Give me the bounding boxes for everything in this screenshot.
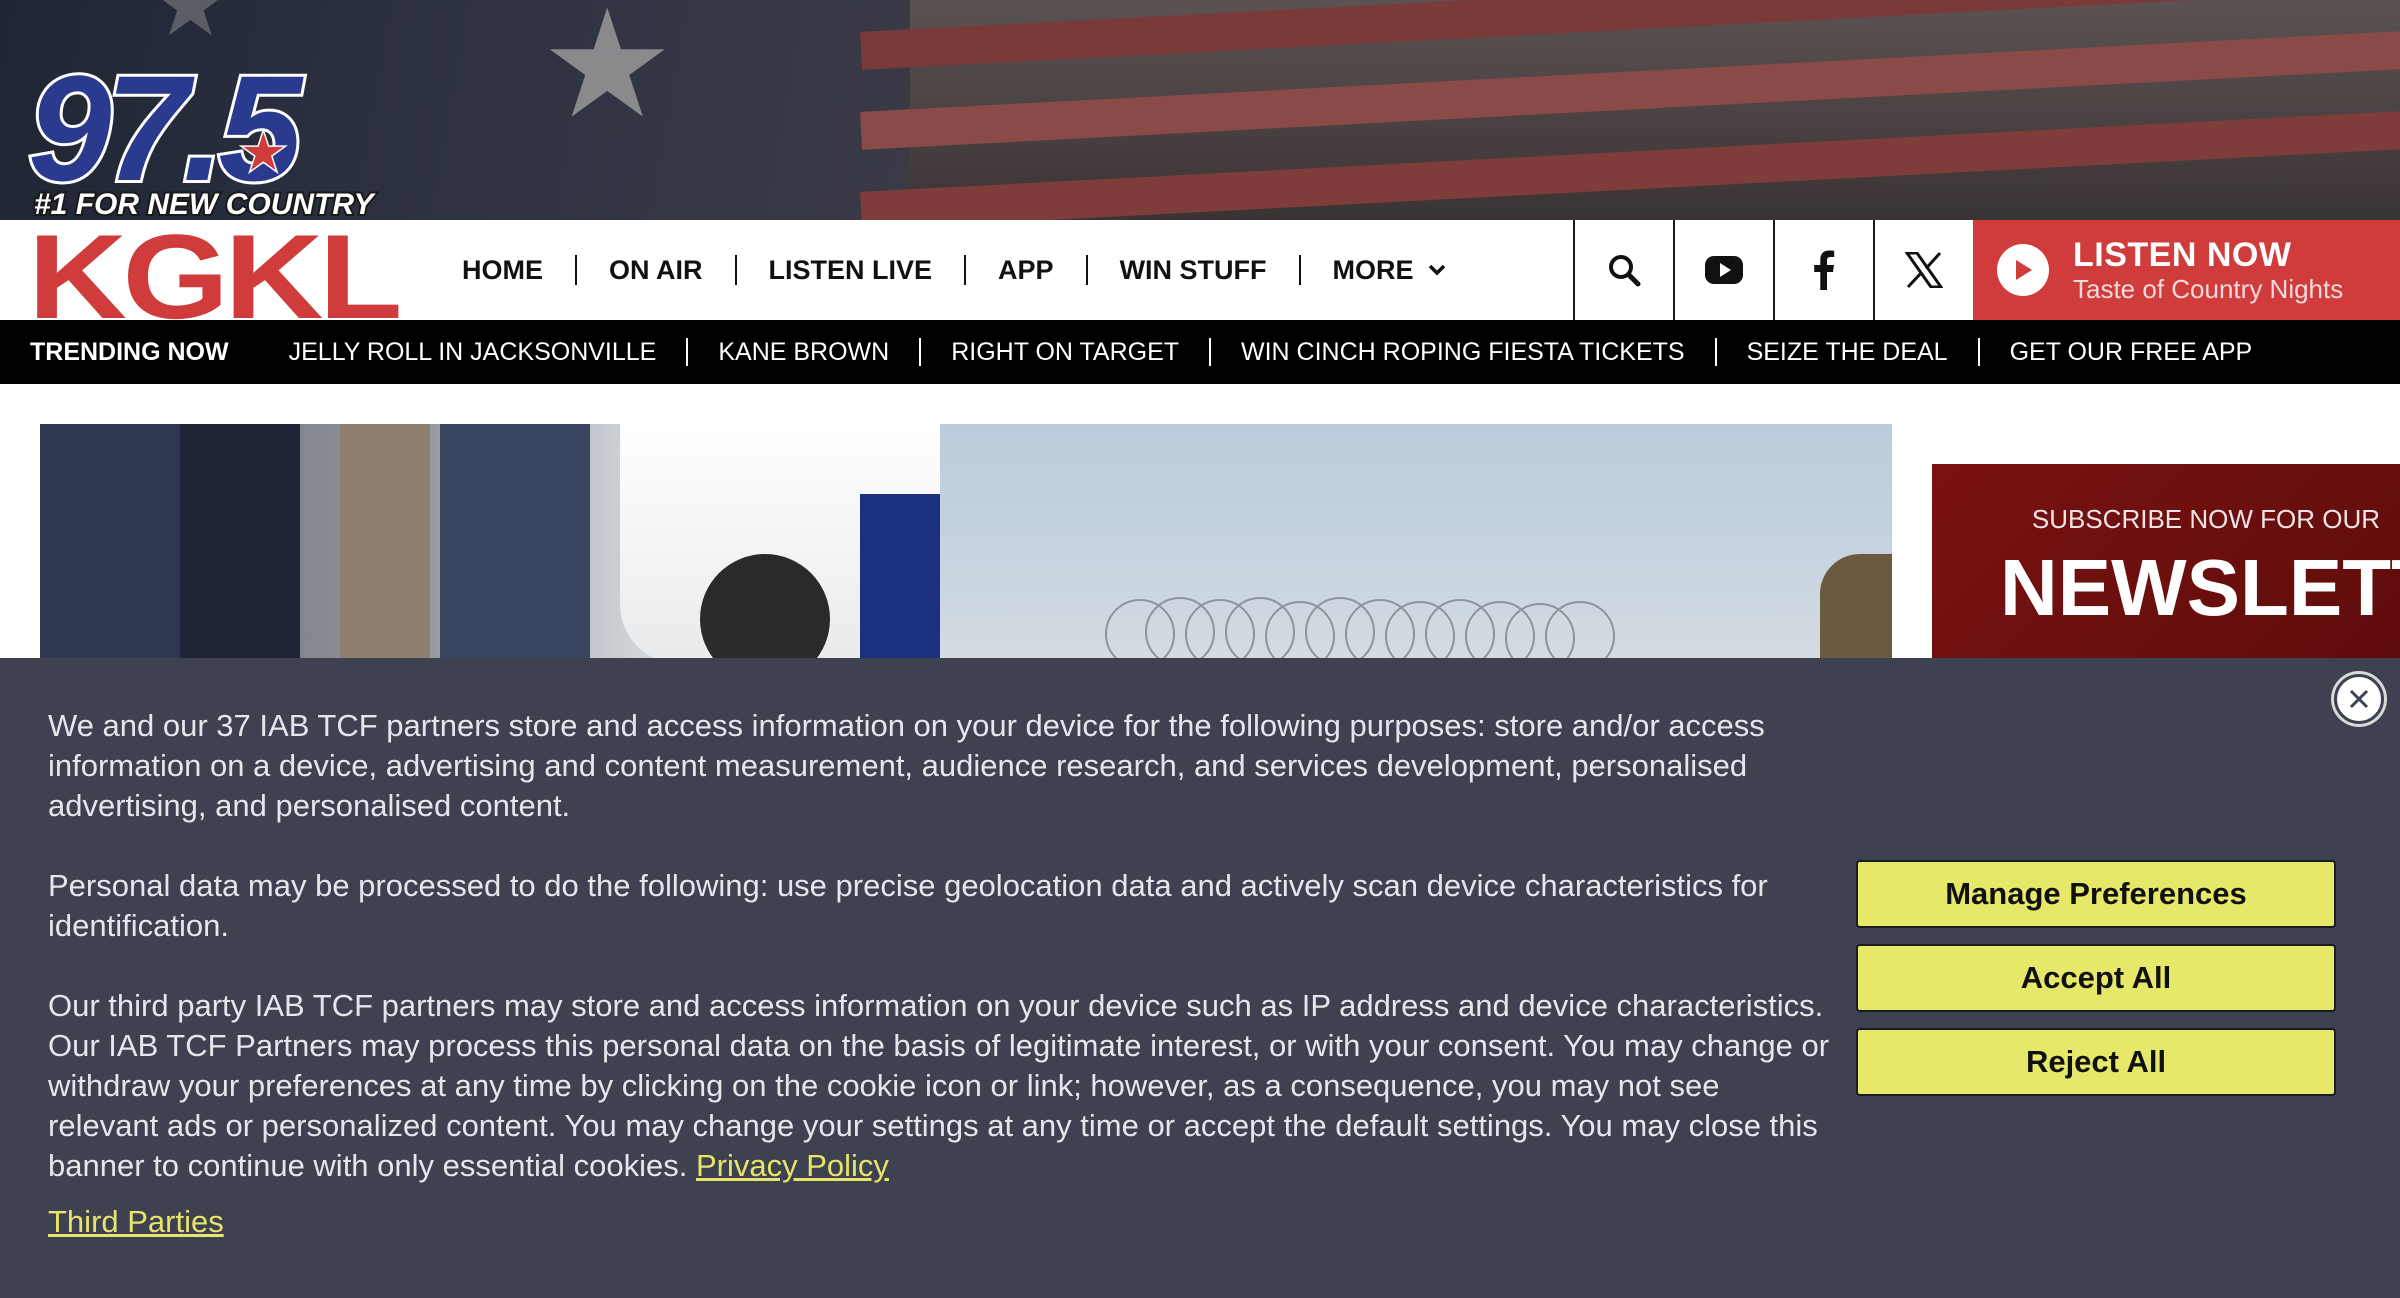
logo-star-icon: ★ [240,123,287,183]
logo-call-letters: KGKL [28,210,399,320]
trending-item[interactable]: JELLY ROLL IN JACKSONVILLE [259,338,689,366]
cookie-paragraph: Personal data may be processed to do the… [48,868,1768,943]
youtube-button[interactable] [1673,220,1773,320]
station-logo-graphic: 97.5 ★ #1 FOR NEW COUNTRY KGKL [25,41,405,346]
cookie-banner: We and our 37 IAB TCF partners store and… [0,658,2400,1298]
nav-on-air[interactable]: ON AIR [577,255,737,285]
close-banner-button[interactable] [2334,674,2384,724]
trending-item[interactable]: KANE BROWN [688,338,922,366]
flag-star-icon: ★ [150,0,231,57]
officer-figure [340,424,430,664]
privacy-policy-link[interactable]: Privacy Policy [696,1148,889,1183]
youtube-icon [1705,256,1743,284]
nav-app[interactable]: APP [966,255,1088,285]
photo-right-panel [940,424,1892,664]
trending-item[interactable]: WIN CINCH ROPING FIESTA TICKETS [1211,338,1717,366]
officer-figure [40,424,180,664]
play-icon [1997,244,2049,296]
newsletter-subtitle: SUBSCRIBE NOW FOR OUR [2031,504,2380,534]
listen-now-text: LISTEN NOW Taste of Country Nights [2073,236,2343,304]
trending-item[interactable]: RIGHT ON TARGET [921,338,1212,366]
flag-star-icon: ★ [540,0,675,152]
nav-more-label: MORE [1332,255,1414,285]
vehicle-door-panel [860,494,940,664]
article-hero-image[interactable] [40,424,1892,664]
nav-win-stuff[interactable]: WIN STUFF [1088,255,1301,285]
trending-bar: TRENDING NOW JELLY ROLL IN JACKSONVILLE … [0,320,2400,384]
facebook-button[interactable] [1773,220,1873,320]
search-button[interactable] [1573,220,1673,320]
x-button[interactable] [1873,220,1973,320]
x-icon [1905,252,1943,288]
officer-figure [440,424,590,664]
razor-wire [1105,597,1615,664]
cookie-paragraph-with-link: Our third party IAB TCF partners may sto… [48,986,1838,1186]
photo-left-panel [40,424,940,664]
facebook-icon [1814,250,1835,290]
cookie-text: We and our 37 IAB TCF partners store and… [48,706,1838,1282]
manage-preferences-button[interactable]: Manage Preferences [1856,860,2336,928]
newsletter-promo[interactable]: SUBSCRIBE NOW FOR OUR NEWSLETTE [1932,464,2400,664]
listen-now-button[interactable]: LISTEN NOW Taste of Country Nights [1973,220,2400,320]
nav-links: HOME ON AIR LISTEN LIVE APP WIN STUFF MO… [430,220,1573,320]
cookie-button-group: Manage Preferences Accept All Reject All [1856,860,2336,1112]
main-nav: HOME ON AIR LISTEN LIVE APP WIN STUFF MO… [430,220,2400,320]
third-parties-link[interactable]: Third Parties [48,1204,224,1239]
search-icon [1609,255,1641,287]
cookie-paragraph: Our third party IAB TCF partners may sto… [48,988,1830,1183]
nav-more[interactable]: MORE [1301,255,1478,285]
reject-all-button[interactable]: Reject All [1856,1028,2336,1096]
listen-now-subtitle: Taste of Country Nights [2073,274,2344,304]
trending-label: TRENDING NOW [30,337,229,366]
nav-listen-live[interactable]: LISTEN LIVE [737,255,967,285]
close-icon [2349,689,2369,709]
nav-home[interactable]: HOME [462,255,577,285]
cookie-paragraph: We and our 37 IAB TCF partners store and… [48,708,1765,823]
listen-now-title: LISTEN NOW [2073,236,2292,274]
trending-item[interactable]: GET OUR FREE APP [1980,338,2283,366]
accept-all-button[interactable]: Accept All [1856,944,2336,1012]
newsletter-title: NEWSLETTE [2000,543,2400,632]
officer-figure [180,424,300,664]
trending-item[interactable]: SEIZE THE DEAL [1717,338,1980,366]
agent-figure [1820,554,1892,664]
chevron-down-icon [1428,264,1445,276]
station-logo[interactable]: 97.5 ★ #1 FOR NEW COUNTRY KGKL [24,41,405,346]
